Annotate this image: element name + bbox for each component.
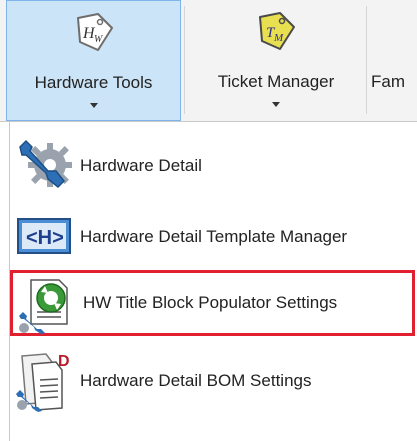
menu-item-label: Hardware Detail BOM Settings xyxy=(80,371,312,390)
menu-item-title-block-populator-settings[interactable]: HW Title Block Populator Settings xyxy=(10,270,415,336)
svg-text:D: D xyxy=(58,353,70,370)
menu-item-template-manager[interactable]: <H> Hardware Detail Template Manager xyxy=(10,204,415,270)
families-button[interactable]: Fam xyxy=(371,0,417,121)
menu-item-label: Hardware Detail Template Manager xyxy=(80,227,348,246)
hw-tag-icon: H W xyxy=(76,13,113,51)
ticket-manager-button[interactable]: T M Ticket Manager xyxy=(190,0,362,121)
hardware-tools-label: Hardware Tools xyxy=(34,73,153,92)
svg-text:M: M xyxy=(273,32,284,44)
menu-item-bom-settings[interactable]: D Hardware Detail BOM Settings xyxy=(10,348,415,414)
menu-item-label: Hardware Detail xyxy=(80,156,202,175)
menu-item-label: HW Title Block Populator Settings xyxy=(83,293,338,312)
tm-tag-icon: T M xyxy=(259,12,295,50)
menu-item-hardware-detail[interactable]: Hardware Detail xyxy=(10,133,415,199)
sync-settings-icon xyxy=(19,279,68,334)
h-tag-code-icon: <H> xyxy=(17,218,71,254)
hardware-tools-menu: Hardware Detail <H> Hardware Detail Temp… xyxy=(9,122,417,441)
families-label: Fam xyxy=(371,72,405,91)
svg-text:<H>: <H> xyxy=(26,227,64,249)
hardware-tools-button[interactable]: H W Hardware Tools xyxy=(6,0,181,121)
bom-document-icon: D xyxy=(16,353,70,412)
ribbon: H W Hardware Tools T M Ticket Manager Fa… xyxy=(0,0,417,122)
dropdown-arrow-icon xyxy=(89,103,98,108)
dropdown-arrow-icon xyxy=(272,102,280,107)
wrench-gear-icon xyxy=(19,139,72,189)
ribbon-separator xyxy=(366,6,367,114)
ribbon-separator xyxy=(184,6,185,114)
ticket-manager-label: Ticket Manager xyxy=(217,72,335,91)
